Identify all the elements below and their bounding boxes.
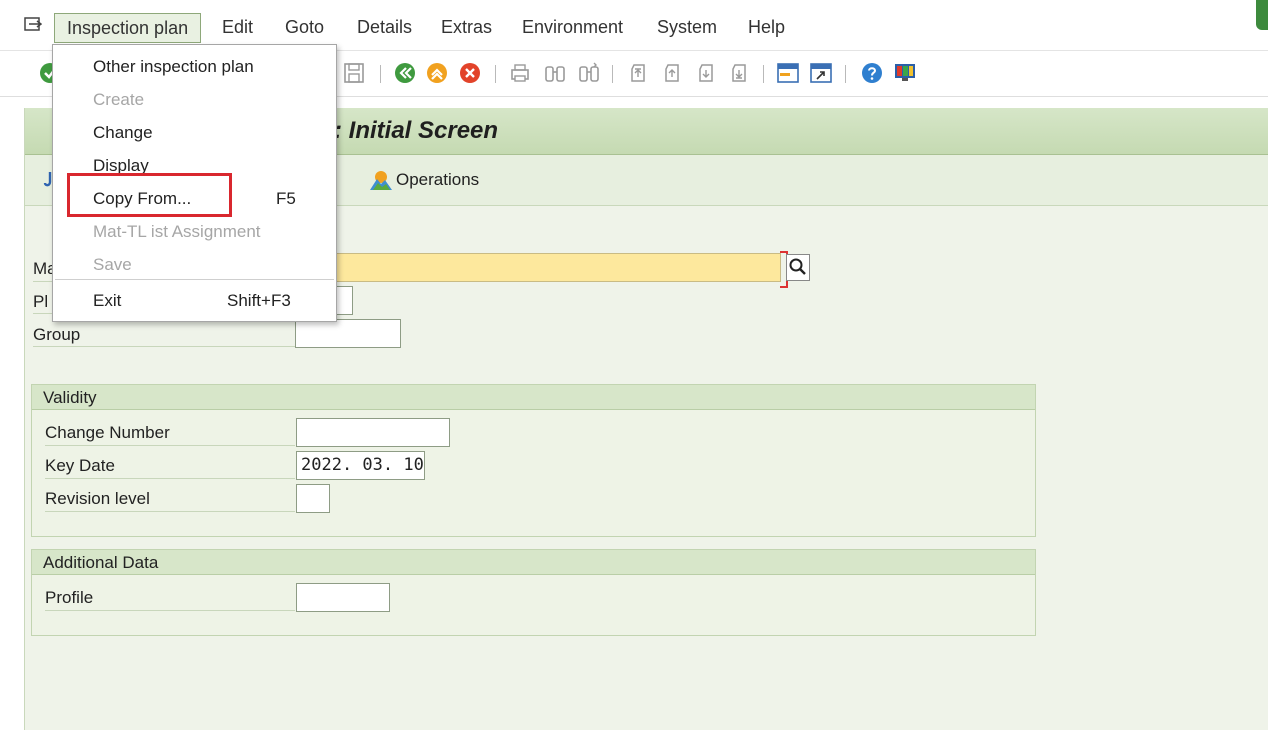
exit-shortcut: Shift+F3 xyxy=(227,291,291,310)
profile-input[interactable] xyxy=(296,583,390,612)
copy-from-highlight xyxy=(67,173,232,217)
change-number-label: Change Number xyxy=(45,423,170,442)
window-corner-accent xyxy=(1256,0,1268,30)
screen-title: : Initial Screen xyxy=(334,117,499,144)
first-page-icon[interactable] xyxy=(626,61,650,85)
shortcut-icon[interactable] xyxy=(809,61,833,85)
menu-item-save: Save xyxy=(93,255,132,274)
label-underline xyxy=(45,511,295,512)
key-date-input[interactable]: 2022. 03. 10 xyxy=(296,451,425,480)
validity-group: Validity Change Number Key Date 2022. 03… xyxy=(31,384,1036,537)
menu-item-exit[interactable]: Exit xyxy=(93,291,121,311)
plant-label: Pl xyxy=(33,292,49,311)
toolbar-separator xyxy=(612,65,613,83)
label-underline xyxy=(45,445,295,446)
material-input[interactable] xyxy=(295,253,781,282)
menu-item-create: Create xyxy=(93,90,145,109)
menu-separator xyxy=(55,279,334,280)
label-underline xyxy=(45,610,295,611)
revision-level-input[interactable] xyxy=(296,484,330,513)
back-icon[interactable] xyxy=(393,61,417,85)
label-underline xyxy=(33,346,295,347)
customize-layout-icon[interactable] xyxy=(893,61,917,85)
cancel-icon[interactable] xyxy=(458,61,482,85)
save-icon[interactable] xyxy=(342,61,366,85)
menu-item-other-inspection-plan[interactable]: Other inspection plan xyxy=(93,57,254,77)
change-number-input[interactable] xyxy=(296,418,450,447)
copy-from-shortcut: F5 xyxy=(276,189,296,208)
menu-extras[interactable]: Extras xyxy=(441,17,492,38)
toolbar-separator xyxy=(763,65,764,83)
menu-edit[interactable]: Edit xyxy=(222,17,253,38)
find-next-icon[interactable] xyxy=(577,61,601,85)
menu-inspection-plan[interactable]: Inspection plan xyxy=(54,13,202,43)
additional-data-header: Additional Data xyxy=(32,550,1035,575)
create-session-icon[interactable] xyxy=(776,61,800,85)
revision-level-label: Revision level xyxy=(45,489,150,508)
toolbar-separator xyxy=(845,65,846,83)
operations-label: Operations xyxy=(396,170,480,189)
additional-data-title: Additional Data xyxy=(43,553,159,572)
toolbar-separator xyxy=(495,65,496,83)
group-input[interactable] xyxy=(295,319,401,348)
additional-data-group: Additional Data Profile xyxy=(31,549,1036,636)
last-page-icon[interactable] xyxy=(727,61,751,85)
profile-label: Profile xyxy=(45,588,94,607)
menu-help[interactable]: Help xyxy=(748,17,785,38)
help-icon[interactable] xyxy=(860,61,884,85)
toolbar-separator xyxy=(380,65,381,83)
label-underline xyxy=(45,478,295,479)
next-page-icon[interactable] xyxy=(694,61,718,85)
menu-system[interactable]: System xyxy=(657,17,717,38)
menu-item-mat-tl-assignment: Mat-TL ist Assignment xyxy=(93,222,261,241)
previous-page-icon[interactable] xyxy=(660,61,684,85)
key-date-label: Key Date xyxy=(45,456,115,475)
material-search-button[interactable] xyxy=(786,254,810,281)
group-label: Group xyxy=(33,325,81,344)
operations-button[interactable]: Operations xyxy=(369,168,479,192)
menu-goto[interactable]: Goto xyxy=(285,17,324,38)
find-icon[interactable] xyxy=(543,61,567,85)
search-icon xyxy=(789,258,806,275)
print-icon[interactable] xyxy=(508,61,532,85)
menu-details[interactable]: Details xyxy=(357,17,412,38)
menu-environment[interactable]: Environment xyxy=(522,17,623,38)
menu-item-change[interactable]: Change xyxy=(93,123,153,143)
validity-title: Validity xyxy=(43,388,97,407)
system-menu-icon[interactable] xyxy=(24,17,42,31)
validity-header: Validity xyxy=(32,385,1035,410)
exit-icon[interactable] xyxy=(425,61,449,85)
operations-icon xyxy=(370,171,392,190)
inspection-plan-dropdown: Other inspection plan Create Change Disp… xyxy=(52,44,337,322)
